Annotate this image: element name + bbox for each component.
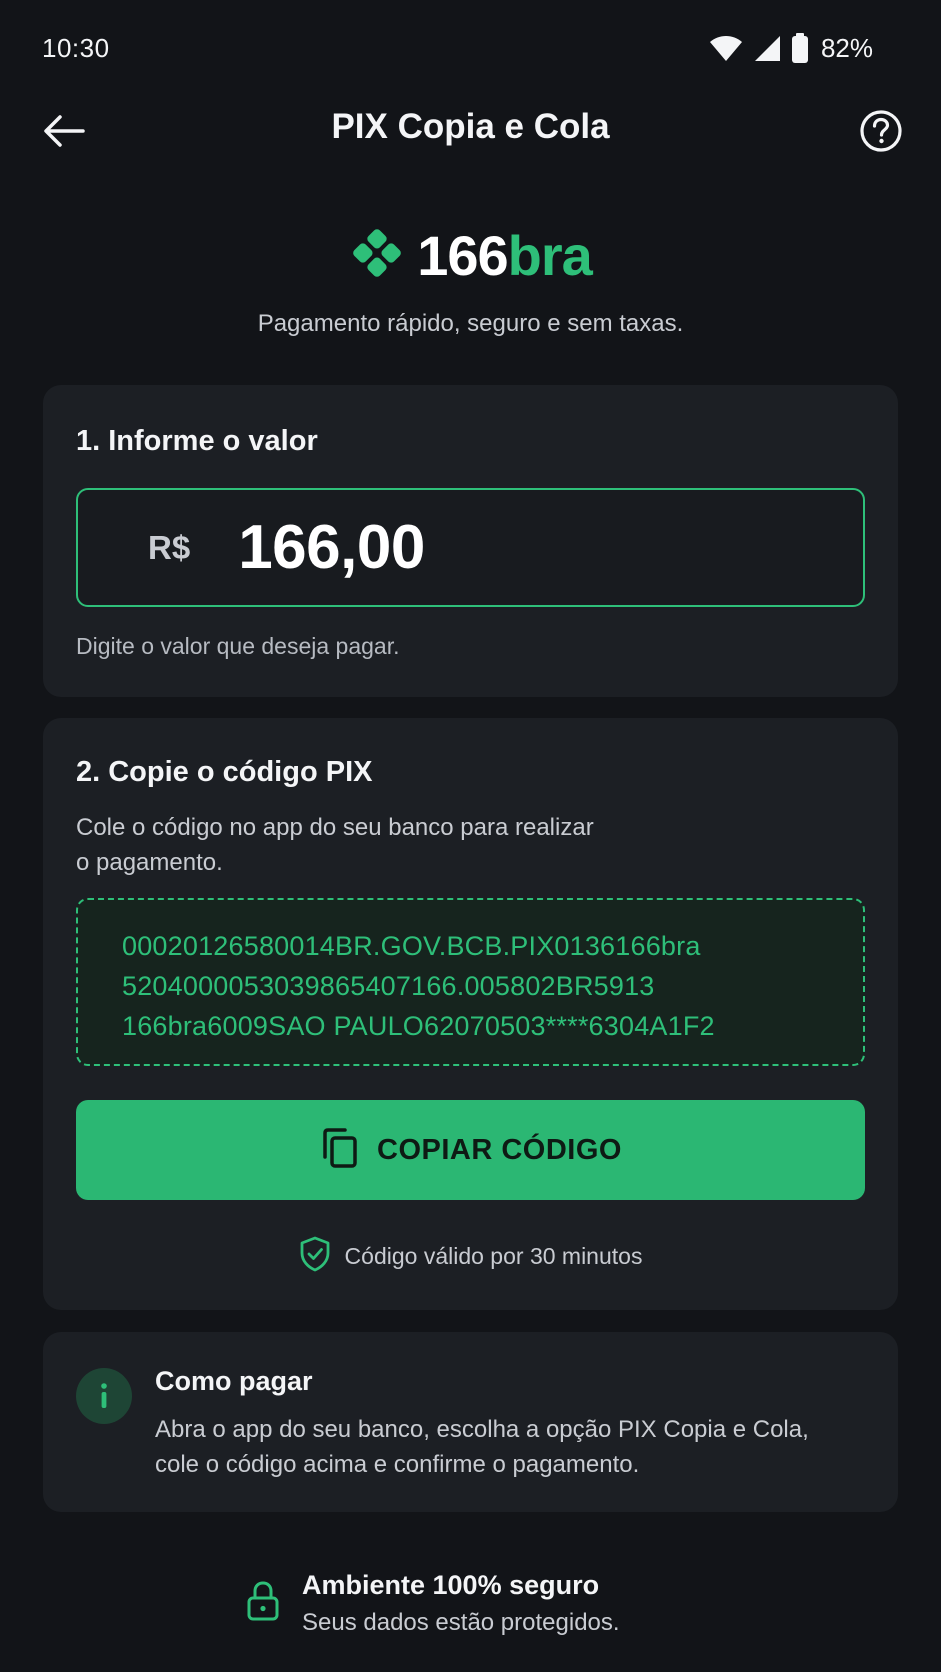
copy-code-button[interactable]: COPIAR CÓDIGO xyxy=(76,1100,865,1200)
security-title: Ambiente 100% seguro xyxy=(302,1570,600,1600)
info-icon xyxy=(76,1368,132,1424)
pix-code-text: 00020126580014BR.GOV.BCB.PIX0136166bra 52… xyxy=(122,926,715,1046)
brand-name-suffix: bra xyxy=(507,223,593,287)
how-to-pay-text: Abra o app do seu banco, escolha a opção… xyxy=(155,1416,809,1478)
pix-code-line: 00020126580014BR.GOV.BCB.PIX0136166bra xyxy=(122,931,701,961)
amount-card: 1. Informe o valor R$ 166,00 Digite o va… xyxy=(43,385,898,697)
page-title: PIX Copia e Cola xyxy=(331,107,610,146)
app-bar: PIX Copia e Cola xyxy=(0,95,941,171)
battery-icon xyxy=(791,33,809,63)
pix-diamond-logo xyxy=(349,225,405,286)
how-to-pay-card: Como pagar Abra o app do seu banco, esco… xyxy=(43,1332,898,1512)
tagline: Pagamento rápido, seguro e sem taxas. xyxy=(257,310,684,337)
shield-check-icon xyxy=(299,1236,331,1277)
pix-code-line: 166bra6009SAO PAULO62070503****6304A1F2 xyxy=(122,1011,715,1041)
amount-hint: Digite o valor que deseja pagar. xyxy=(76,633,400,659)
security-text: Ambiente 100% seguro Seus dados estão pr… xyxy=(302,1570,620,1637)
amount-heading: 1. Informe o valor xyxy=(76,425,318,457)
lock-icon xyxy=(246,1580,280,1627)
code-heading: 2. Copie o código PIX xyxy=(76,756,373,788)
status-bar: 10:30 82% xyxy=(0,0,941,100)
amount-input[interactable]: R$ 166,00 xyxy=(76,488,865,607)
pix-code-field[interactable]: 00020126580014BR.GOV.BCB.PIX0136166bra 52… xyxy=(76,898,865,1066)
signal-icon xyxy=(753,34,781,62)
security-note: Ambiente 100% seguro Seus dados estão pr… xyxy=(246,1570,620,1637)
brand-name-prefix: 166 xyxy=(417,223,508,287)
pix-code-line: 5204000053039865407166.005802BR5913 xyxy=(122,971,655,1001)
validity-text: Código válido por 30 minutos xyxy=(344,1243,643,1269)
brand-logo: 166bra xyxy=(0,222,941,288)
code-description: Cole o código no app do seu banco para r… xyxy=(76,814,594,876)
how-to-pay-title: Como pagar xyxy=(155,1366,313,1396)
security-subtitle: Seus dados estão protegidos. xyxy=(302,1609,620,1636)
copy-icon xyxy=(319,1127,359,1174)
amount-value: 166,00 xyxy=(238,513,425,582)
pix-payment-screen: 10:30 82% PIX Copia e Cola 166bra Pagame… xyxy=(0,0,941,1672)
code-validity: Código válido por 30 minutos xyxy=(43,1236,898,1277)
wifi-icon xyxy=(709,34,743,62)
currency-symbol: R$ xyxy=(148,528,191,566)
status-time: 10:30 xyxy=(42,33,110,63)
status-icons: 82% xyxy=(709,32,873,64)
help-circle-icon xyxy=(859,109,903,158)
copy-button-label: COPIAR CÓDIGO xyxy=(377,1133,622,1166)
brand-name: 166bra xyxy=(417,223,593,288)
pix-code-card: 2. Copie o código PIX Cole o código no a… xyxy=(43,718,898,1310)
help-button[interactable] xyxy=(857,109,905,157)
battery-level: 82% xyxy=(820,32,873,63)
